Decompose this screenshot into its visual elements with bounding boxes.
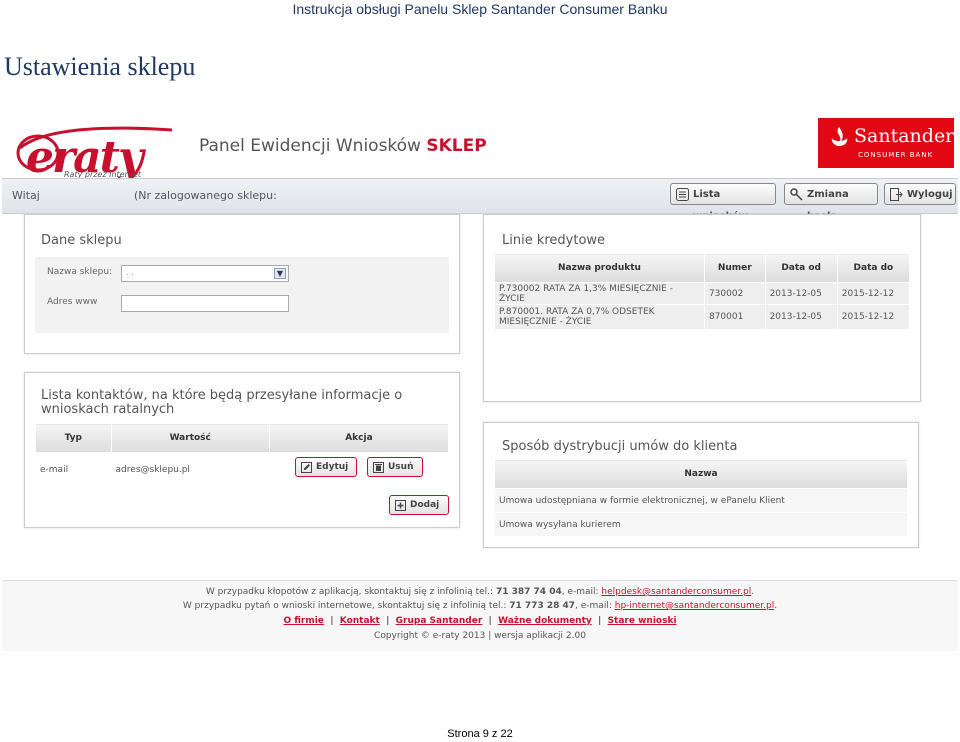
internet-line: W przypadku pytań o wnioski internetowe,… (182, 601, 778, 611)
helpdesk-email-link[interactable]: helpdesk@santanderconsumer.pl (601, 587, 751, 597)
plus-icon (395, 500, 406, 511)
flame-icon (831, 127, 848, 146)
col-product-name: Nazwa produktu (494, 253, 705, 283)
distribution-table: Nazwa Umowa udostępniana w formie elektr… (494, 459, 908, 537)
col-date-to: Data do (836, 253, 911, 283)
trash-icon (373, 462, 384, 473)
logout-button[interactable]: Wyloguj (884, 183, 956, 205)
add-contact-button[interactable]: Dodaj (389, 495, 449, 515)
nav-about[interactable]: O firmie (283, 616, 323, 626)
distribution-panel: Sposób dystrybucji umów do klienta Nazwa… (483, 422, 919, 548)
shop-name-select[interactable]: . . ▼ (121, 265, 289, 282)
shop-data-title: Dane sklepu (41, 233, 122, 248)
edit-button[interactable]: Edytuj (295, 457, 357, 477)
nav-contact[interactable]: Kontakt (340, 616, 380, 626)
table-row[interactable]: Umowa udostępniana w formie elektroniczn… (494, 488, 908, 513)
table-row[interactable]: P.730002 RATA ZA 1,3% MIESIĘCZNIE - ŻYCI… (494, 282, 911, 305)
welcome-text: Witaj (12, 189, 40, 202)
copyright: Copyright © e-raty 2013 | wersja aplikac… (374, 631, 586, 641)
nav-old-applications[interactable]: Stare wnioski (608, 616, 677, 626)
col-type: Typ (35, 423, 112, 453)
list-icon (676, 188, 689, 201)
panel-title: Panel Ewidencji Wniosków SKLEP (199, 136, 487, 156)
eraty-logo[interactable]: eraty Raty przez Internet (12, 120, 182, 183)
app-screenshot: eraty Raty przez Internet Panel Ewidencj… (2, 110, 958, 651)
change-password-button[interactable]: Zmiana hasła (784, 183, 878, 222)
col-action: Akcja (268, 423, 450, 453)
document-header: Instrukcja obsługi Panelu Sklep Santande… (292, 1, 668, 17)
bank-name: Santander (854, 125, 955, 147)
top-bar: Witaj (Nr zalogowanego sklepu: Lista wni… (2, 178, 958, 222)
internet-email-link[interactable]: hp-internet@santanderconsumer.pl (615, 601, 774, 611)
page-number: Strona 9 z 22 (447, 728, 513, 740)
shop-url-input[interactable] (121, 295, 289, 312)
delete-button[interactable]: Usuń (367, 457, 423, 477)
santander-logo: Santander CONSUMER BANK (818, 118, 954, 168)
nav-documents[interactable]: Ważne dokumenty (498, 616, 592, 626)
credit-lines-panel: Linie kredytowe Nazwa produktu Numer Dat… (483, 214, 921, 402)
contact-type: e-mail (35, 452, 112, 488)
chevron-down-icon: ▼ (274, 268, 286, 279)
shop-url-label: Adres www (47, 297, 98, 307)
col-value: Wartość (110, 423, 270, 453)
shop-data-panel: Dane sklepu Nazwa sklepu: . . ▼ Adres ww… (24, 214, 460, 354)
pencil-icon (301, 462, 312, 473)
app-footer: W przypadku kłopotów z aplikacją, skonta… (2, 580, 958, 651)
key-icon (790, 188, 803, 201)
table-row[interactable]: Umowa wysyłana kurierem (494, 512, 908, 537)
contacts-title: Lista kontaktów, na które będą przesyłan… (41, 388, 403, 417)
orders-list-button[interactable]: Lista wniosków (670, 183, 776, 222)
contact-value: adres@sklepu.pl (110, 452, 270, 488)
shop-form: Nazwa sklepu: . . ▼ Adres www (35, 257, 449, 333)
nav-santander-group[interactable]: Grupa Santander (396, 616, 483, 626)
logged-shop-text: (Nr zalogowanego sklepu: (134, 189, 277, 202)
logout-icon (890, 188, 903, 201)
bank-subtitle: CONSUMER BANK (858, 151, 934, 159)
col-number: Numer (703, 253, 766, 283)
shop-name-label: Nazwa sklepu: (47, 267, 113, 277)
footer-nav: O firmie | Kontakt | Grupa Santander | W… (283, 616, 677, 626)
col-date-from: Data od (764, 253, 838, 283)
helpdesk-line: W przypadku kłopotów z aplikacją, skonta… (205, 587, 755, 597)
credit-lines-table: Nazwa produktu Numer Data od Data do P.7… (494, 253, 911, 330)
document-title: Ustawienia sklepu (4, 52, 196, 81)
credit-lines-title: Linie kredytowe (502, 233, 606, 248)
col-name: Nazwa (494, 459, 908, 489)
table-row[interactable]: P.870001. RATA ZA 0,7% ODSETEK MIESIĘCZN… (494, 304, 911, 330)
distribution-title: Sposób dystrybucji umów do klienta (502, 439, 738, 454)
contacts-table: Typ Wartość Akcja e-mail adres@sklepu.pl (35, 423, 450, 488)
contacts-panel: Lista kontaktów, na które będą przesyłan… (24, 372, 460, 528)
